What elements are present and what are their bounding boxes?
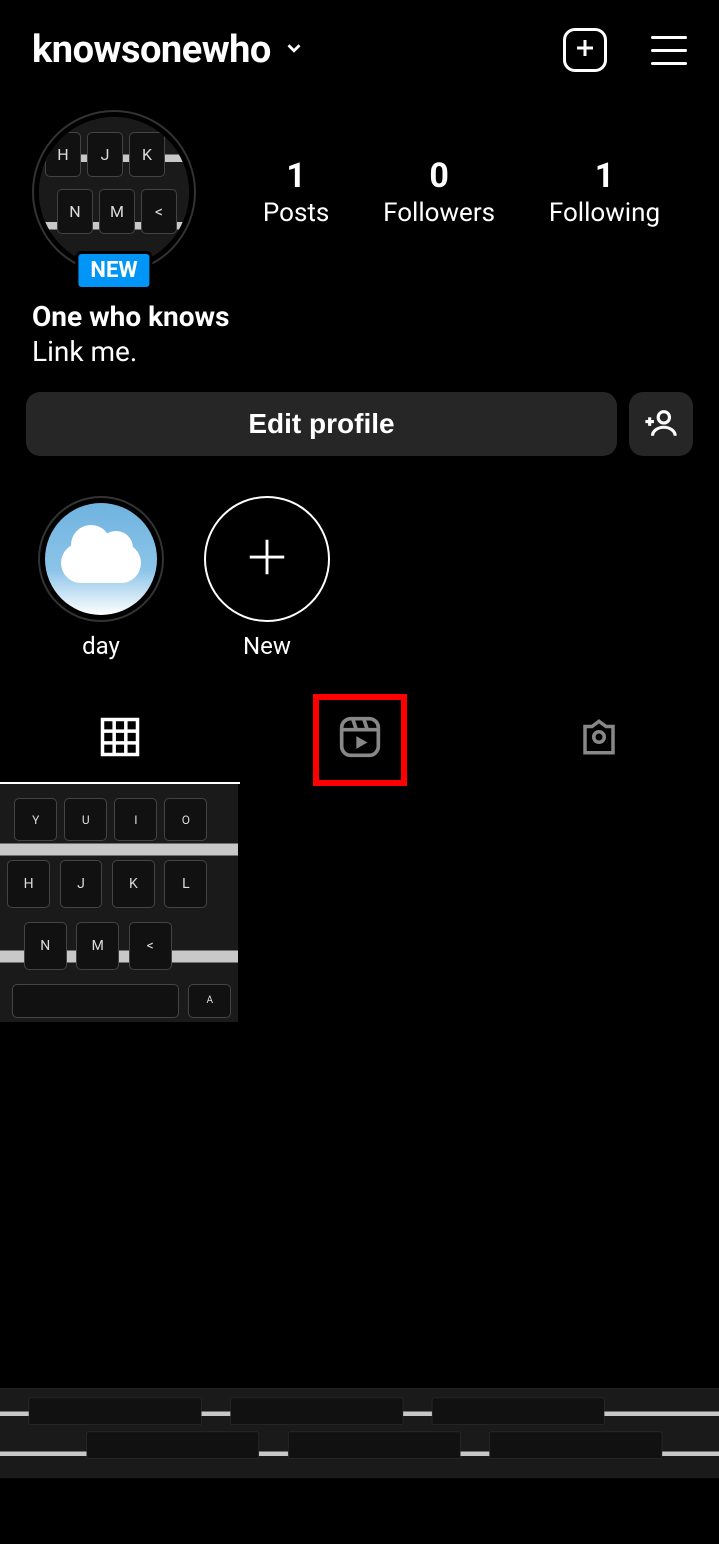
grid-icon: [99, 716, 141, 762]
followers-label: Followers: [383, 198, 495, 228]
bottom-nav: [0, 1388, 719, 1478]
avatar[interactable]: H J K N M < NEW: [32, 110, 196, 274]
display-name: One who knows: [32, 300, 687, 333]
profile-actions: Edit profile: [0, 368, 719, 456]
post-thumb[interactable]: Y U I O H J K L N M < A: [0, 784, 238, 1022]
posts-count: 1: [286, 156, 306, 196]
bio-text: Link me.: [32, 335, 687, 368]
following-label: Following: [549, 198, 660, 228]
header-actions: [563, 28, 687, 72]
reels-icon: [338, 715, 382, 763]
tab-reels[interactable]: [240, 696, 480, 784]
plus-icon: [244, 534, 290, 584]
header: knowsonewho: [0, 0, 719, 100]
discover-people-button[interactable]: [629, 392, 693, 456]
new-badge: NEW: [75, 251, 152, 290]
profile-row: H J K N M < NEW 1 Posts 0 Followers 1 Fo…: [0, 100, 719, 274]
plus-icon: [573, 36, 597, 64]
tab-posts[interactable]: [0, 696, 240, 784]
highlight-thumb: [45, 503, 157, 615]
edit-profile-button[interactable]: Edit profile: [26, 392, 617, 456]
nav-profile[interactable]: [620, 1408, 672, 1460]
username-switcher[interactable]: knowsonewho: [32, 28, 305, 72]
chevron-down-icon: [283, 37, 305, 63]
username: knowsonewho: [32, 28, 271, 72]
tagged-icon: [578, 716, 620, 762]
stats: 1 Posts 0 Followers 1 Following: [236, 156, 687, 228]
highlight-label: New: [243, 632, 291, 660]
highlight-label: day: [82, 632, 120, 660]
nav-avatar-image: [620, 1408, 672, 1460]
following-count: 1: [595, 156, 615, 196]
avatar-image: H J K N M <: [39, 117, 189, 267]
followers-count: 0: [429, 156, 449, 196]
highlights: day New: [0, 456, 719, 660]
create-button[interactable]: [563, 28, 607, 72]
following-stat[interactable]: 1 Following: [549, 156, 660, 228]
highlight-day[interactable]: day: [38, 496, 164, 660]
add-person-icon: [644, 406, 678, 443]
tab-tagged[interactable]: [479, 696, 719, 784]
menu-button[interactable]: [651, 36, 687, 65]
posts-label: Posts: [263, 198, 329, 228]
followers-stat[interactable]: 0 Followers: [383, 156, 495, 228]
profile-tabs: [0, 696, 719, 784]
highlight-new[interactable]: New: [204, 496, 330, 660]
posts-grid: Y U I O H J K L N M < A: [0, 784, 719, 1022]
hamburger-icon: [651, 36, 687, 39]
posts-stat[interactable]: 1 Posts: [263, 156, 329, 228]
